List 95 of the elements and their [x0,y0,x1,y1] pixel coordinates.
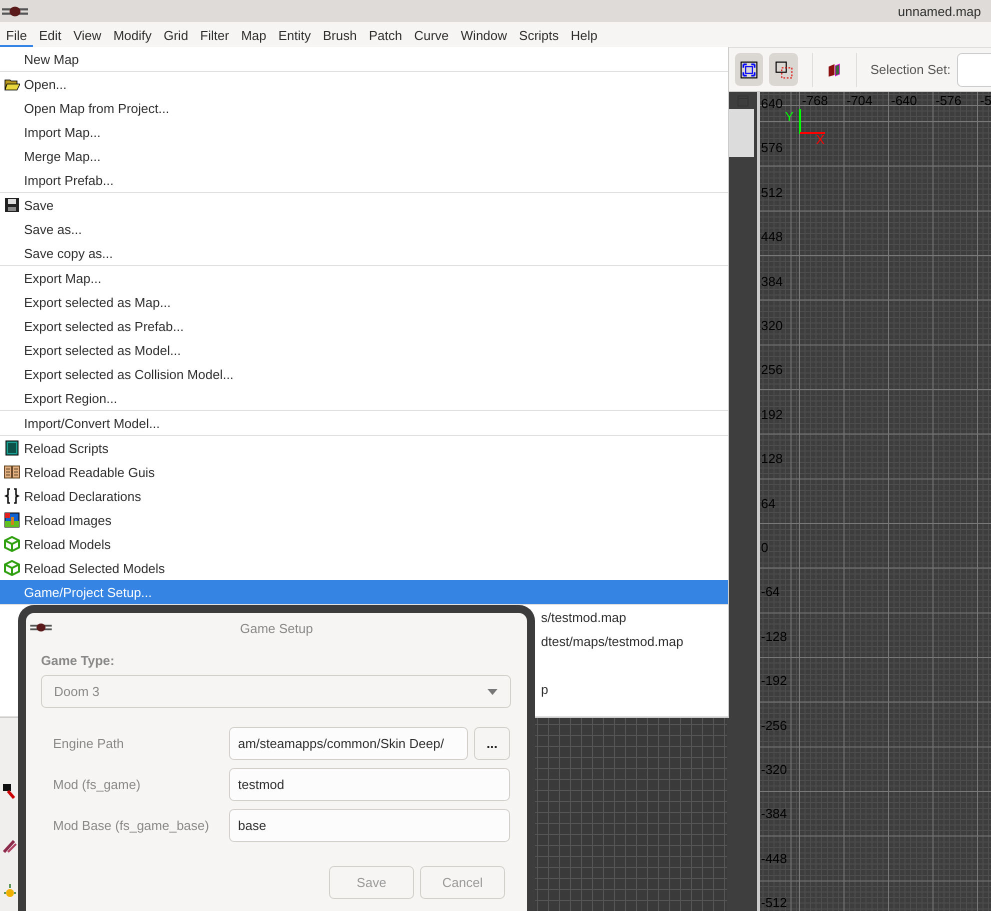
selection-set-field[interactable] [956,52,991,86]
menu-item[interactable]: Scripts [513,22,565,47]
grid-coordinate-label: 448 [761,229,783,244]
menu-item[interactable]: Reload Declarations [0,484,728,508]
grid-coordinate-label: 128 [761,451,783,466]
grid-coordinate-label: 384 [761,274,783,289]
menu-item[interactable]: Import/Convert Model... [0,411,728,435]
menu-item[interactable]: Save copy as... [0,241,728,265]
app-logo-icon [2,6,28,16]
menu-item[interactable]: Help [564,22,604,47]
menu-item[interactable]: Export selected as Collision Model... [0,362,728,386]
frame-icon [740,60,758,78]
menu-item[interactable]: Reload Selected Models [0,556,728,580]
text-field[interactable]: am/steamapps/common/Skin Deep/ [229,727,468,760]
recent-file-item[interactable]: dtest/maps/testmod.map [541,630,684,654]
axis-label: X [816,132,825,147]
grid-coordinate-label: 576 [761,140,783,156]
game-type-label: Game Type: [41,653,116,668]
entity-tool-icon [2,783,18,799]
grid-coordinate-label: -64 [761,584,780,600]
grid-coordinate-label: 256 [761,362,783,378]
menu-item[interactable]: Reload Models [0,532,728,556]
book-icon [4,464,20,480]
grid-coordinate-label: -256 [761,718,788,733]
grid-coordinate-label: 512 [761,184,783,200]
menu-item[interactable]: View [67,22,108,47]
scroll-thumb[interactable] [727,109,754,157]
grid-coordinate-label: -384 [761,806,788,822]
menu-item[interactable]: Filter [194,22,236,47]
field-label: Mod Base (fs_game_base) [53,818,210,833]
brush-tool-icon [2,838,18,854]
fit-view-button[interactable] [735,53,764,86]
menu-item[interactable]: Open Map from Project... [0,96,728,120]
field-label: Engine Path [53,736,125,751]
grid-coordinate-label: -768 [802,93,828,108]
menu-item[interactable]: Entity [272,22,317,47]
grid-coordinate-label: -640 [891,93,918,108]
menu-item[interactable]: Export selected as Prefab... [0,314,728,338]
menu-item[interactable]: Reload Scripts [0,436,728,460]
menu-item[interactable]: Export selected as Model... [0,338,728,362]
menu-item[interactable]: Patch [362,22,408,47]
grid-coordinate-label: -320 [761,762,788,777]
app-logo-icon [30,623,52,632]
grid-coordinate-label: 640 [761,96,783,111]
cube-icon [4,536,20,552]
grid-coordinate-label: -192 [761,673,788,688]
menu-item[interactable]: Map [235,22,272,47]
menu-item[interactable]: Save [0,193,728,217]
menu-item[interactable]: Export Region... [0,386,728,410]
texture-tool-icon[interactable] [826,60,842,78]
dialog-title: Game Setup [240,620,313,636]
recent-file-item[interactable]: p [541,678,548,702]
menu-item[interactable]: Export selected as Map... [0,290,728,314]
menu-item[interactable]: Edit [32,22,68,47]
menu-item[interactable]: Modify [107,22,158,47]
menu-item[interactable]: Curve [408,22,455,47]
grid-coordinate-label: -512 [761,895,788,910]
light-tool-icon [2,883,18,899]
grid-coordinate-label: -448 [761,850,788,866]
grid-coordinate-label: 64 [761,496,776,511]
field-label: Mod (fs_game) [53,777,142,792]
grid-coordinate-label: 0 [761,540,768,555]
grid-coordinate-label: -704 [846,93,873,108]
grid-coordinate-label: 320 [761,318,783,333]
menu-item[interactable]: Export Map... [0,266,728,290]
axis-label: Y [785,109,794,124]
cube-icon [4,560,20,576]
grid-coordinate-label: -128 [761,628,788,644]
menu-item[interactable]: Game/Project Setup... [0,580,728,604]
grid-coordinate-label: -576 [936,93,962,108]
menu-item[interactable]: Grid [158,22,194,47]
menu-item[interactable]: New Map [0,47,728,71]
selection-set-label: Selection Set: [870,62,951,77]
menu-item[interactable]: Brush [316,22,363,47]
grid-coordinate-label: -5 [980,93,991,108]
recent-file-item[interactable]: s/testmod.map [541,606,626,630]
window-title: unnamed.map [898,4,981,18]
text-field[interactable]: testmod [229,768,510,801]
region-select-button[interactable] [769,53,798,86]
menu-item[interactable]: Window [454,22,514,47]
menu-item[interactable]: Reload Images [0,508,728,532]
dropdown-arrow-icon [487,688,498,694]
browse-button[interactable]: ... [474,727,510,760]
menu-item[interactable]: Merge Map... [0,144,728,168]
image-icon [4,512,20,528]
menu-item[interactable]: Open... [0,72,728,96]
braces-icon [4,488,20,504]
menu-item[interactable]: Import Map... [0,120,728,144]
text-field[interactable]: base [229,809,510,842]
menu-item[interactable]: Import Prefab... [0,168,728,192]
grid-coordinate-label: 192 [761,406,783,422]
menu-item[interactable]: Reload Readable Guis [0,460,728,484]
menu-item[interactable]: Save as... [0,217,728,241]
overlapping-squares-icon [774,60,793,78]
document-icon [4,440,20,456]
